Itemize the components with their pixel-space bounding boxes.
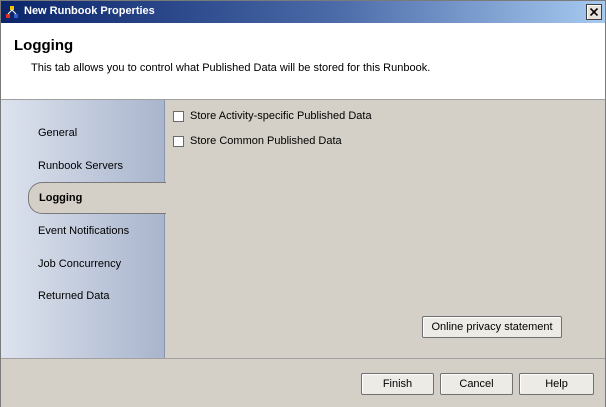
dialog-footer: Finish Cancel Help bbox=[1, 358, 605, 407]
properties-dialog: New Runbook Properties Logging This tab … bbox=[0, 0, 606, 407]
page-title: Logging bbox=[14, 37, 74, 54]
nav-item-logging[interactable]: Logging bbox=[28, 182, 166, 214]
logging-panel: Store Activity-specific Published Data S… bbox=[165, 100, 605, 358]
cancel-button[interactable]: Cancel bbox=[440, 373, 513, 395]
store-common-data-option[interactable]: Store Common Published Data bbox=[173, 135, 342, 147]
privacy-statement-button[interactable]: Online privacy statement bbox=[422, 316, 562, 338]
nav-item-event-notifications[interactable]: Event Notifications bbox=[38, 225, 129, 237]
finish-button[interactable]: Finish bbox=[361, 373, 434, 395]
store-activity-data-label: Store Activity-specific Published Data bbox=[190, 110, 372, 122]
nav-item-runbook-servers[interactable]: Runbook Servers bbox=[38, 160, 123, 172]
close-button[interactable] bbox=[586, 4, 602, 20]
window-title: New Runbook Properties bbox=[24, 5, 155, 17]
runbook-app-icon bbox=[6, 6, 18, 18]
nav-item-label: Logging bbox=[39, 192, 83, 204]
title-bar[interactable]: New Runbook Properties bbox=[1, 1, 605, 23]
help-button[interactable]: Help bbox=[519, 373, 594, 395]
store-common-data-checkbox[interactable] bbox=[173, 135, 184, 147]
sidebar-nav: General Runbook Servers Logging Event No… bbox=[1, 100, 166, 358]
page-header: Logging This tab allows you to control w… bbox=[1, 23, 605, 100]
nav-item-general[interactable]: General bbox=[38, 127, 77, 139]
nav-item-returned-data[interactable]: Returned Data bbox=[38, 290, 110, 302]
close-icon bbox=[590, 8, 598, 16]
page-description: This tab allows you to control what Publ… bbox=[31, 62, 431, 74]
store-activity-data-option[interactable]: Store Activity-specific Published Data bbox=[173, 110, 372, 122]
nav-item-job-concurrency[interactable]: Job Concurrency bbox=[38, 258, 121, 270]
store-common-data-label: Store Common Published Data bbox=[190, 135, 342, 147]
store-activity-data-checkbox[interactable] bbox=[173, 110, 184, 122]
